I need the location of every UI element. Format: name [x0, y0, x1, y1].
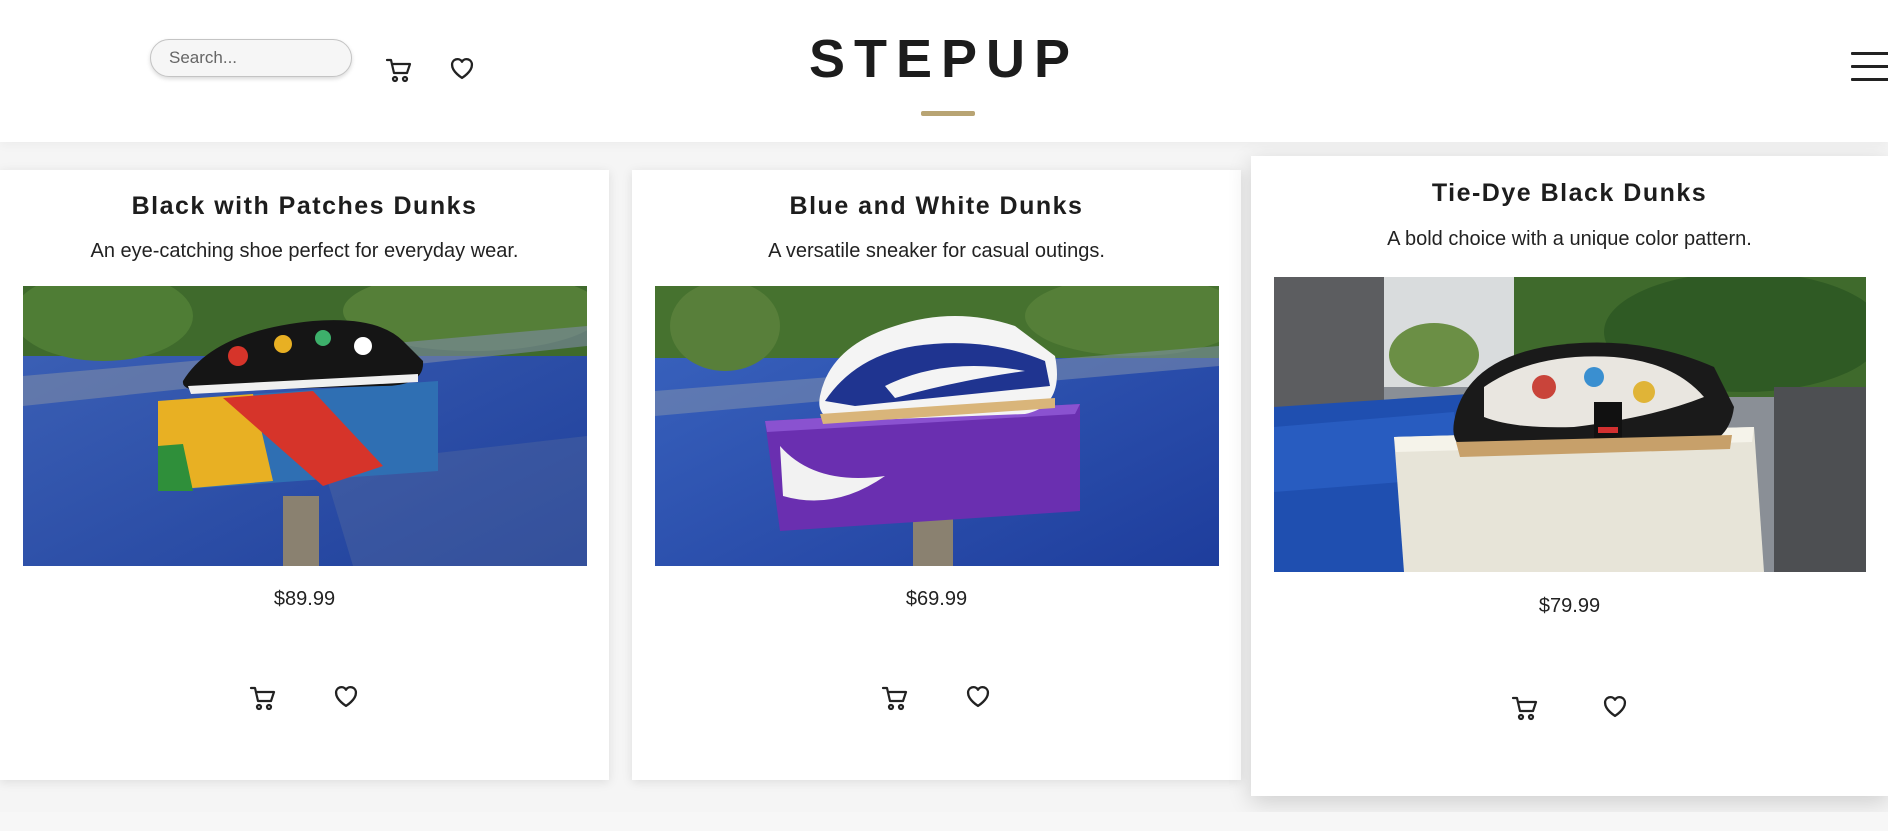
product-description: A versatile sneaker for casual outings. — [768, 240, 1105, 262]
favorite-heart-icon[interactable] — [1601, 692, 1629, 720]
site-logo[interactable]: STEPUP — [0, 28, 1888, 90]
favorite-heart-icon[interactable] — [964, 682, 992, 710]
product-price: $79.99 — [1538, 595, 1601, 617]
product-title: Tie-Dye Black Dunks — [1431, 179, 1708, 207]
add-to-cart-icon[interactable] — [880, 683, 910, 713]
product-title: Black with Patches Dunks — [131, 192, 478, 220]
product-title: Blue and White Dunks — [789, 192, 1084, 220]
next-row-edge — [0, 812, 1888, 831]
logo-underline — [921, 111, 975, 116]
product-image[interactable] — [23, 286, 587, 566]
product-price: $69.99 — [905, 588, 968, 610]
product-price: $89.99 — [273, 588, 336, 610]
product-image[interactable] — [655, 286, 1219, 566]
product-image[interactable] — [1274, 277, 1866, 572]
product-description: A bold choice with a unique color patter… — [1387, 228, 1752, 250]
add-to-cart-icon[interactable] — [1510, 693, 1540, 723]
product-card: Black with Patches Dunks An eye-catching… — [0, 170, 609, 780]
add-to-cart-icon[interactable] — [248, 683, 278, 713]
hamburger-menu-icon[interactable] — [1851, 52, 1888, 82]
favorite-heart-icon[interactable] — [332, 682, 360, 710]
product-card: Blue and White Dunks A versatile sneaker… — [632, 170, 1241, 780]
site-header: STEPUP — [0, 0, 1888, 142]
product-description: An eye-catching shoe perfect for everyda… — [90, 240, 519, 262]
product-card: Tie-Dye Black Dunks A bold choice with a… — [1251, 156, 1888, 796]
